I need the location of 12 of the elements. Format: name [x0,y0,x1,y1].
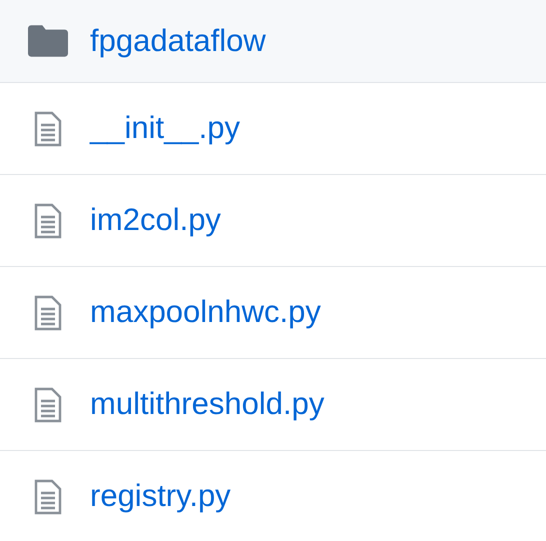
document-icon [34,202,62,238]
document-icon [34,110,62,146]
file-link[interactable]: registry.py [90,473,231,520]
file-link[interactable]: im2col.py [90,197,221,244]
document-icon [34,386,62,422]
file-link[interactable]: maxpoolnhwc.py [90,289,321,336]
folder-link[interactable]: fpgadataflow [90,18,266,64]
folder-icon [28,25,68,57]
document-icon [34,294,62,330]
document-icon [34,478,62,514]
file-link[interactable]: __init__.py [90,105,240,152]
file-link[interactable]: multithreshold.py [90,381,324,428]
